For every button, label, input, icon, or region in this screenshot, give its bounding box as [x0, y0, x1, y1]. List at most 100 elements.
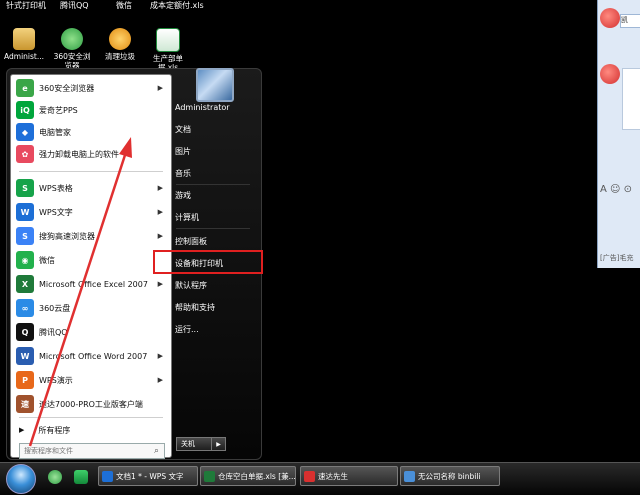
- desktop-icon-360-browser[interactable]: 360安全浏览器: [50, 28, 94, 70]
- shutdown-group: 关机 ▶: [176, 437, 226, 451]
- wps-sheet-icon[interactable]: [74, 470, 88, 484]
- menu-item-label: 搜狗高速浏览器: [39, 231, 95, 241]
- taskbar: 文档1 * - WPS 文字 仓库空白单据.xls [兼... 速达先生 无公司…: [0, 462, 640, 495]
- desktop-label[interactable]: 腾讯QQ: [60, 0, 89, 11]
- desktop-label[interactable]: 成本定额付.xls: [150, 0, 204, 11]
- menu-item-label: 强力卸载电脑上的软件: [39, 149, 119, 159]
- uninstall-icon: ✿: [16, 145, 34, 163]
- menu-item-suda[interactable]: 速 速达7000-PRO工业版客户端: [13, 393, 167, 415]
- wechat-icon: ◉: [16, 251, 34, 269]
- menu-item-label: 速达7000-PRO工业版客户端: [39, 399, 143, 409]
- menu-item-360-cloud[interactable]: ∞ 360云盘: [13, 297, 167, 319]
- search-input[interactable]: [20, 447, 154, 455]
- cleanup-icon: [109, 28, 131, 50]
- menu-item-label: Microsoft Office Excel 2007: [39, 279, 148, 289]
- menu-item-wps-writer[interactable]: W WPS文字 ▶: [13, 201, 167, 223]
- menu-item-label: 360云盘: [39, 303, 71, 313]
- right-item-help-support[interactable]: 帮助和支持: [172, 298, 256, 316]
- submenu-arrow-icon: ▶: [157, 352, 163, 360]
- right-item-default-programs[interactable]: 默认程序: [172, 276, 256, 294]
- right-item-control-panel[interactable]: 控制面板: [172, 232, 256, 250]
- submenu-arrow-icon: ▶: [157, 376, 163, 384]
- menu-item-sogou-browser[interactable]: S 搜狗高速浏览器 ▶: [13, 225, 167, 247]
- chat-ad-text[interactable]: [广告]毛充: [600, 253, 633, 263]
- search-icon[interactable]: ⌕: [154, 446, 159, 456]
- right-item-documents[interactable]: 文档: [172, 120, 256, 138]
- right-item-games[interactable]: 游戏: [172, 186, 256, 204]
- menu-item-wps-sheet[interactable]: S WPS表格 ▶: [13, 177, 167, 199]
- more-icon[interactable]: ⊙: [624, 184, 632, 195]
- suda-icon: 速: [16, 395, 34, 413]
- start-button[interactable]: [6, 464, 36, 494]
- app-window-icon: [404, 470, 415, 482]
- menu-item-label: 微信: [39, 255, 55, 265]
- browser-360-icon: [61, 28, 83, 50]
- taskbar-button-company[interactable]: 无公司名称 binbili: [400, 466, 500, 486]
- all-programs-button[interactable]: ▶ 所有程序: [13, 421, 167, 439]
- browser-360-icon: e: [16, 79, 34, 97]
- menu-item-qq[interactable]: Q 腾讯QQ: [13, 321, 167, 343]
- user-folder-icon: [13, 28, 35, 50]
- desktop-label[interactable]: 针式打印机: [6, 0, 46, 11]
- menu-item-360-browser[interactable]: e 360安全浏览器 ▶: [13, 77, 167, 99]
- taskbar-button-label: 仓库空白单据.xls [兼...: [218, 471, 296, 481]
- menu-item-excel-2007[interactable]: X Microsoft Office Excel 2007 ▶: [13, 273, 167, 295]
- cloud-360-icon: ∞: [16, 299, 34, 317]
- menu-item-label: 360安全浏览器: [39, 83, 95, 93]
- browser-360-icon[interactable]: [48, 470, 62, 484]
- submenu-arrow-icon: ▶: [157, 208, 163, 216]
- menu-item-iqiyi[interactable]: iQ 爱奇艺PPS: [13, 99, 167, 121]
- user-picture[interactable]: [196, 68, 234, 102]
- taskbar-button-warehouse-xls[interactable]: 仓库空白单据.xls [兼...: [200, 466, 296, 486]
- shutdown-options-arrow-icon[interactable]: ▶: [212, 437, 226, 451]
- shutdown-button[interactable]: 关机: [176, 437, 212, 451]
- right-item-computer[interactable]: 计算机: [172, 208, 256, 226]
- menu-item-label: Microsoft Office Word 2007: [39, 351, 148, 361]
- font-icon[interactable]: A: [600, 184, 607, 195]
- avatar[interactable]: [600, 8, 620, 28]
- menu-separator: [19, 171, 163, 172]
- right-item-administrator[interactable]: Administrator: [172, 98, 256, 116]
- submenu-arrow-icon: ▶: [157, 232, 163, 240]
- desktop-icon-administrator[interactable]: Administ...: [2, 28, 46, 61]
- desktop-top-labels: 针式打印机 腾讯QQ 微信 成本定额付.xls: [0, 0, 260, 18]
- menu-separator: [19, 417, 163, 418]
- chat-toolbar: A ☺ ⊙: [600, 184, 632, 195]
- right-item-music[interactable]: 音乐: [172, 164, 256, 182]
- right-item-run[interactable]: 运行...: [172, 320, 256, 338]
- right-separator: [176, 228, 250, 229]
- desktop-icon-production-xls[interactable]: 生产部单据.xls: [146, 28, 190, 72]
- avatar[interactable]: [600, 64, 620, 84]
- sogou-browser-icon: S: [16, 227, 34, 245]
- submenu-arrow-icon: ▶: [157, 84, 163, 92]
- wps-sheet-icon: S: [16, 179, 34, 197]
- menu-item-label: WPS表格: [39, 183, 73, 193]
- menu-item-label: WPS文字: [39, 207, 73, 217]
- pc-manager-icon: ◆: [16, 123, 34, 141]
- menu-item-label: 爱奇艺PPS: [39, 105, 78, 115]
- all-programs-label: 所有程序: [38, 425, 71, 435]
- start-menu-program-list: e 360安全浏览器 ▶ iQ 爱奇艺PPS ◆ 电脑管家 ✿ 强力卸载电脑上的…: [10, 74, 172, 459]
- right-separator: [176, 184, 250, 185]
- expand-arrow-icon: ▶: [19, 426, 25, 434]
- menu-item-label: 电脑管家: [39, 127, 71, 137]
- menu-item-wps-present[interactable]: P WPS演示 ▶: [13, 369, 167, 391]
- emoji-icon[interactable]: ☺: [610, 184, 620, 195]
- desktop-icon-cleanup[interactable]: 清理垃圾: [98, 28, 142, 61]
- submenu-arrow-icon: ▶: [157, 280, 163, 288]
- right-item-pictures[interactable]: 图片: [172, 142, 256, 160]
- chat-window[interactable]: 凯 A ☺ ⊙ [广告]毛充: [597, 0, 640, 268]
- taskbar-button-wps-writer[interactable]: 文档1 * - WPS 文字: [98, 466, 198, 486]
- menu-item-wechat[interactable]: ◉ 微信: [13, 249, 167, 271]
- menu-item-word-2007[interactable]: W Microsoft Office Word 2007 ▶: [13, 345, 167, 367]
- menu-item-pc-manager[interactable]: ◆ 电脑管家: [13, 121, 167, 143]
- desktop-icon-label: 清理垃圾: [105, 52, 135, 61]
- desktop-label[interactable]: 微信: [116, 0, 132, 11]
- menu-item-uninstaller[interactable]: ✿ 强力卸载电脑上的软件: [13, 143, 167, 165]
- search-box[interactable]: ⌕: [19, 443, 165, 459]
- menu-item-label: 腾讯QQ: [39, 327, 68, 337]
- wps-writer-icon: W: [16, 203, 34, 221]
- wps-present-icon: P: [16, 371, 34, 389]
- taskbar-button-suda[interactable]: 速达先生: [300, 466, 398, 486]
- wps-writer-icon: [102, 470, 113, 482]
